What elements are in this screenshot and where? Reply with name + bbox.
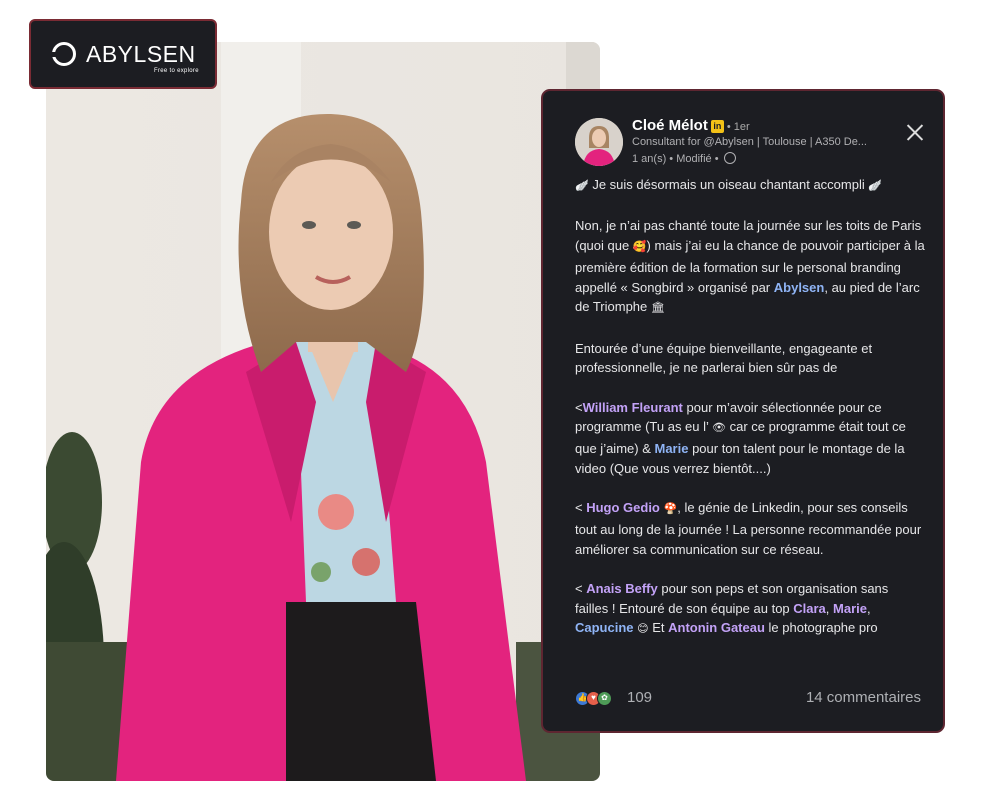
post-meta: 1 an(s) • Modifié • [632, 152, 736, 165]
connection-degree: • 1er [726, 121, 750, 133]
post-paragraph-6: < Anais Beffy pour son peps et son organ… [575, 579, 925, 640]
brand-logo: ABYLSEN Free to explore [29, 19, 217, 89]
paragraph-text: < [575, 580, 587, 596]
linkedin-post-card: Cloé Mélot in • 1er Consultant for @Abylse… [541, 89, 945, 733]
author-name[interactable]: Cloé Mélot in • 1er [632, 117, 750, 134]
author-headline: Consultant for @Abylsen | Toulouse | A35… [632, 136, 867, 148]
mention-william-fleurant[interactable]: William Fleurant [583, 400, 683, 415]
mention-capucine[interactable]: Capucine [575, 620, 634, 635]
paragraph-text: < [575, 399, 583, 415]
post-footer: 👍 ♥ ✿ 109 14 commentaires [575, 688, 921, 710]
mention-anais-beffy[interactable]: Anais Beffy [586, 581, 658, 596]
separator: , [825, 600, 834, 616]
portrait-photo [46, 42, 600, 781]
wing-emoji: 🪽 [868, 180, 883, 192]
post-paragraph-1: 🪽 Je suis désormais un oiseau chantant a… [575, 175, 925, 197]
logo-ring-icon [51, 42, 76, 66]
author-avatar[interactable] [575, 118, 623, 166]
eye-emoji: 👁 [712, 422, 726, 435]
post-paragraph-3: Entourée d’une équipe bienveillante, eng… [575, 340, 873, 376]
post-paragraph-2: Non, je n’ai pas chanté toute la journée… [575, 216, 925, 319]
classical-building-emoji: 🏛 [650, 302, 665, 315]
support-icon: ✿ [597, 691, 612, 706]
mention-antonin-gateau[interactable]: Antonin Gateau [668, 620, 765, 635]
avatar-image [575, 118, 623, 166]
separator: , [867, 600, 871, 616]
smiling-hearts-emoji: 🥰 [632, 241, 647, 254]
brand-name: ABYLSEN [86, 41, 196, 67]
reaction-count: 109 [627, 689, 653, 706]
portrait-illustration [46, 42, 600, 781]
paragraph-text: < [575, 500, 587, 516]
brand-tagline: Free to explore [154, 68, 199, 74]
paragraph-text: le photographe pro [764, 620, 878, 636]
author-name-text: Cloé Mélot [632, 117, 708, 134]
paragraph-text: Et [648, 620, 669, 636]
post-paragraph-4: <William Fleurant pour m’avoir sélection… [575, 398, 925, 479]
mushroom-emoji: 🍄 [663, 503, 678, 516]
globe-icon [723, 152, 736, 164]
post-body: 🪽 Je suis désormais un oiseau chantant a… [575, 175, 925, 640]
close-button[interactable] [903, 121, 927, 145]
paragraph-text: Je suis désormais un oiseau chantant acc… [592, 177, 865, 192]
wing-emoji: 🪽 [575, 180, 589, 192]
mention-abylsen[interactable]: Abylsen [774, 280, 825, 295]
comments-count[interactable]: 14 commentaires [806, 689, 921, 706]
mention-clara[interactable]: Clara [793, 601, 826, 616]
mention-marie[interactable]: Marie [654, 441, 688, 456]
mention-marie[interactable]: Marie [833, 601, 867, 616]
mention-hugo-gedio[interactable]: Hugo Gedio [586, 500, 660, 515]
post-paragraph-5: < Hugo Gedio 🍄, le génie de Linkedin, po… [575, 498, 925, 559]
post-meta-text: 1 an(s) • Modifié • [632, 153, 719, 165]
linkedin-premium-icon: in [710, 120, 724, 133]
smiling-emoji: 😊 [637, 623, 649, 636]
